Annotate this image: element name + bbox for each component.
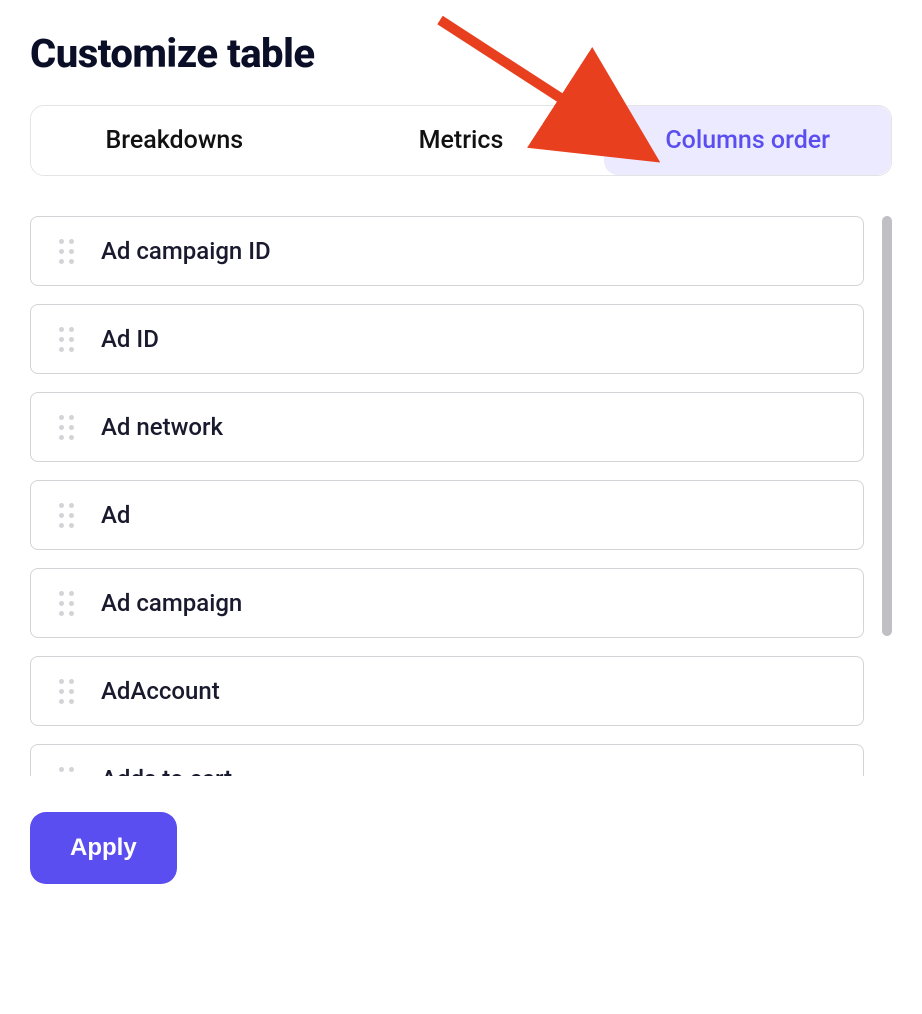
column-label: Adds to cart <box>101 765 232 776</box>
column-row[interactable]: Ad campaign <box>30 568 864 638</box>
tab-breakdowns[interactable]: Breakdowns <box>31 106 318 175</box>
scrollbar-thumb[interactable] <box>882 216 892 636</box>
column-row[interactable]: AdAccount <box>30 656 864 726</box>
drag-handle-icon[interactable] <box>55 587 77 619</box>
scrollbar-track[interactable] <box>882 216 892 776</box>
drag-handle-icon[interactable] <box>55 323 77 355</box>
column-label: Ad campaign <box>101 589 242 617</box>
apply-button[interactable]: Apply <box>30 812 177 884</box>
tabs-container: Breakdowns Metrics Columns order <box>30 105 892 176</box>
column-row[interactable]: Ad campaign ID <box>30 216 864 286</box>
column-row[interactable]: Ad network <box>30 392 864 462</box>
column-row[interactable]: Adds to cart <box>30 744 864 776</box>
page-title: Customize table <box>30 30 892 77</box>
drag-handle-icon[interactable] <box>55 675 77 707</box>
columns-order-list: Ad campaign ID Ad ID Ad network Ad Ad ca <box>30 216 892 776</box>
column-label: Ad network <box>101 413 223 441</box>
column-label: Ad campaign ID <box>101 237 271 265</box>
tab-columns-order[interactable]: Columns order <box>604 106 891 175</box>
column-label: AdAccount <box>101 677 220 705</box>
drag-handle-icon[interactable] <box>55 763 77 776</box>
drag-handle-icon[interactable] <box>55 235 77 267</box>
tab-metrics[interactable]: Metrics <box>318 106 605 175</box>
drag-handle-icon[interactable] <box>55 499 77 531</box>
drag-handle-icon[interactable] <box>55 411 77 443</box>
column-label: Ad <box>101 501 130 529</box>
column-row[interactable]: Ad <box>30 480 864 550</box>
column-label: Ad ID <box>101 325 159 353</box>
column-row[interactable]: Ad ID <box>30 304 864 374</box>
columns-scroll-area: Ad campaign ID Ad ID Ad network Ad Ad ca <box>30 216 878 776</box>
